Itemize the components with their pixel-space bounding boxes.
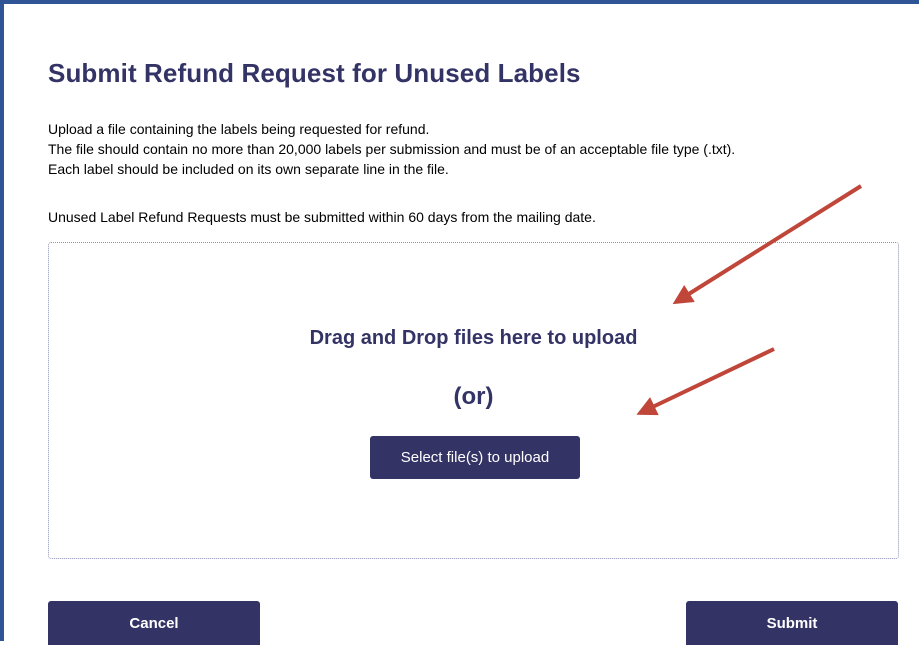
drag-drop-text: Drag and Drop files here to upload <box>309 327 638 349</box>
page-title: Submit Refund Request for Unused Labels <box>48 58 581 88</box>
instruction-line-3: Each label should be included on its own… <box>48 161 449 177</box>
cancel-button[interactable]: Cancel <box>48 601 260 645</box>
file-drop-zone[interactable]: Drag and Drop files here to upload (or) … <box>48 242 899 559</box>
submit-button[interactable]: Submit <box>686 601 898 645</box>
instruction-line-2: The file should contain no more than 20,… <box>48 141 736 157</box>
select-files-button[interactable]: Select file(s) to upload <box>370 436 580 479</box>
refund-deadline-notice: Unused Label Refund Requests must be sub… <box>48 209 596 225</box>
upload-instructions: Upload a file containing the labels bein… <box>48 119 735 179</box>
or-separator: (or) <box>453 383 494 410</box>
instruction-line-1: Upload a file containing the labels bein… <box>48 121 430 137</box>
page-frame: Submit Refund Request for Unused Labels … <box>0 0 919 645</box>
